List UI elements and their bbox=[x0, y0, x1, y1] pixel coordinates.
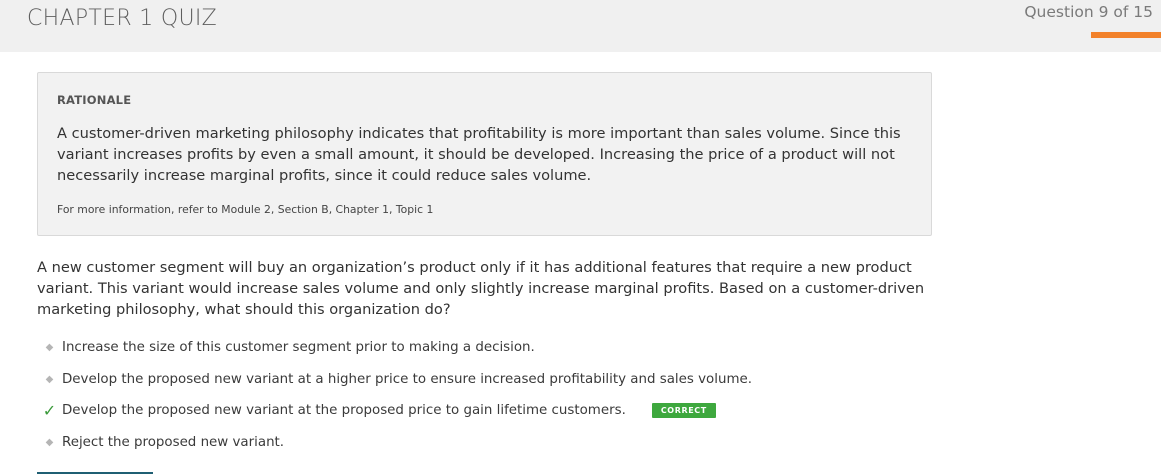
answer-option-label: Develop the proposed new variant at a hi… bbox=[62, 371, 752, 387]
question-text: A new customer segment will buy an organ… bbox=[37, 259, 925, 318]
rationale-heading: RATIONALE bbox=[57, 93, 132, 107]
quiz-header: CHAPTER 1 QUIZ Question 9 of 15 bbox=[0, 0, 1161, 52]
diamond-bullet-icon: ◆ bbox=[45, 436, 54, 448]
diamond-bullet-icon: ◆ bbox=[45, 373, 54, 385]
rationale-panel: RATIONALE A customer-driven marketing ph… bbox=[37, 72, 932, 236]
question-counter: Question 9 of 15 bbox=[1024, 3, 1153, 21]
correct-badge: CORRECT bbox=[651, 402, 716, 418]
rationale-reference: For more information, refer to Module 2,… bbox=[57, 203, 434, 216]
answer-option-label: Increase the size of this customer segme… bbox=[62, 339, 535, 355]
quiz-title: CHAPTER 1 QUIZ bbox=[27, 6, 218, 31]
rationale-body: A customer-driven marketing philosophy i… bbox=[57, 125, 901, 184]
answer-option[interactable]: ◆ Develop the proposed new variant at a … bbox=[37, 368, 937, 390]
answer-option[interactable]: ◆ Increase the size of this customer seg… bbox=[37, 336, 937, 358]
diamond-bullet-icon: ◆ bbox=[45, 341, 54, 353]
answer-option-correct[interactable]: ✓ Develop the proposed new variant at th… bbox=[37, 399, 937, 421]
answer-option-label: Reject the proposed new variant. bbox=[62, 434, 285, 450]
checkmark-icon: ✓ bbox=[42, 400, 57, 420]
answer-option[interactable]: ◆ Reject the proposed new variant. bbox=[37, 431, 937, 453]
progress-indicator bbox=[1091, 32, 1161, 38]
answer-option-label: Develop the proposed new variant at the … bbox=[62, 402, 626, 418]
